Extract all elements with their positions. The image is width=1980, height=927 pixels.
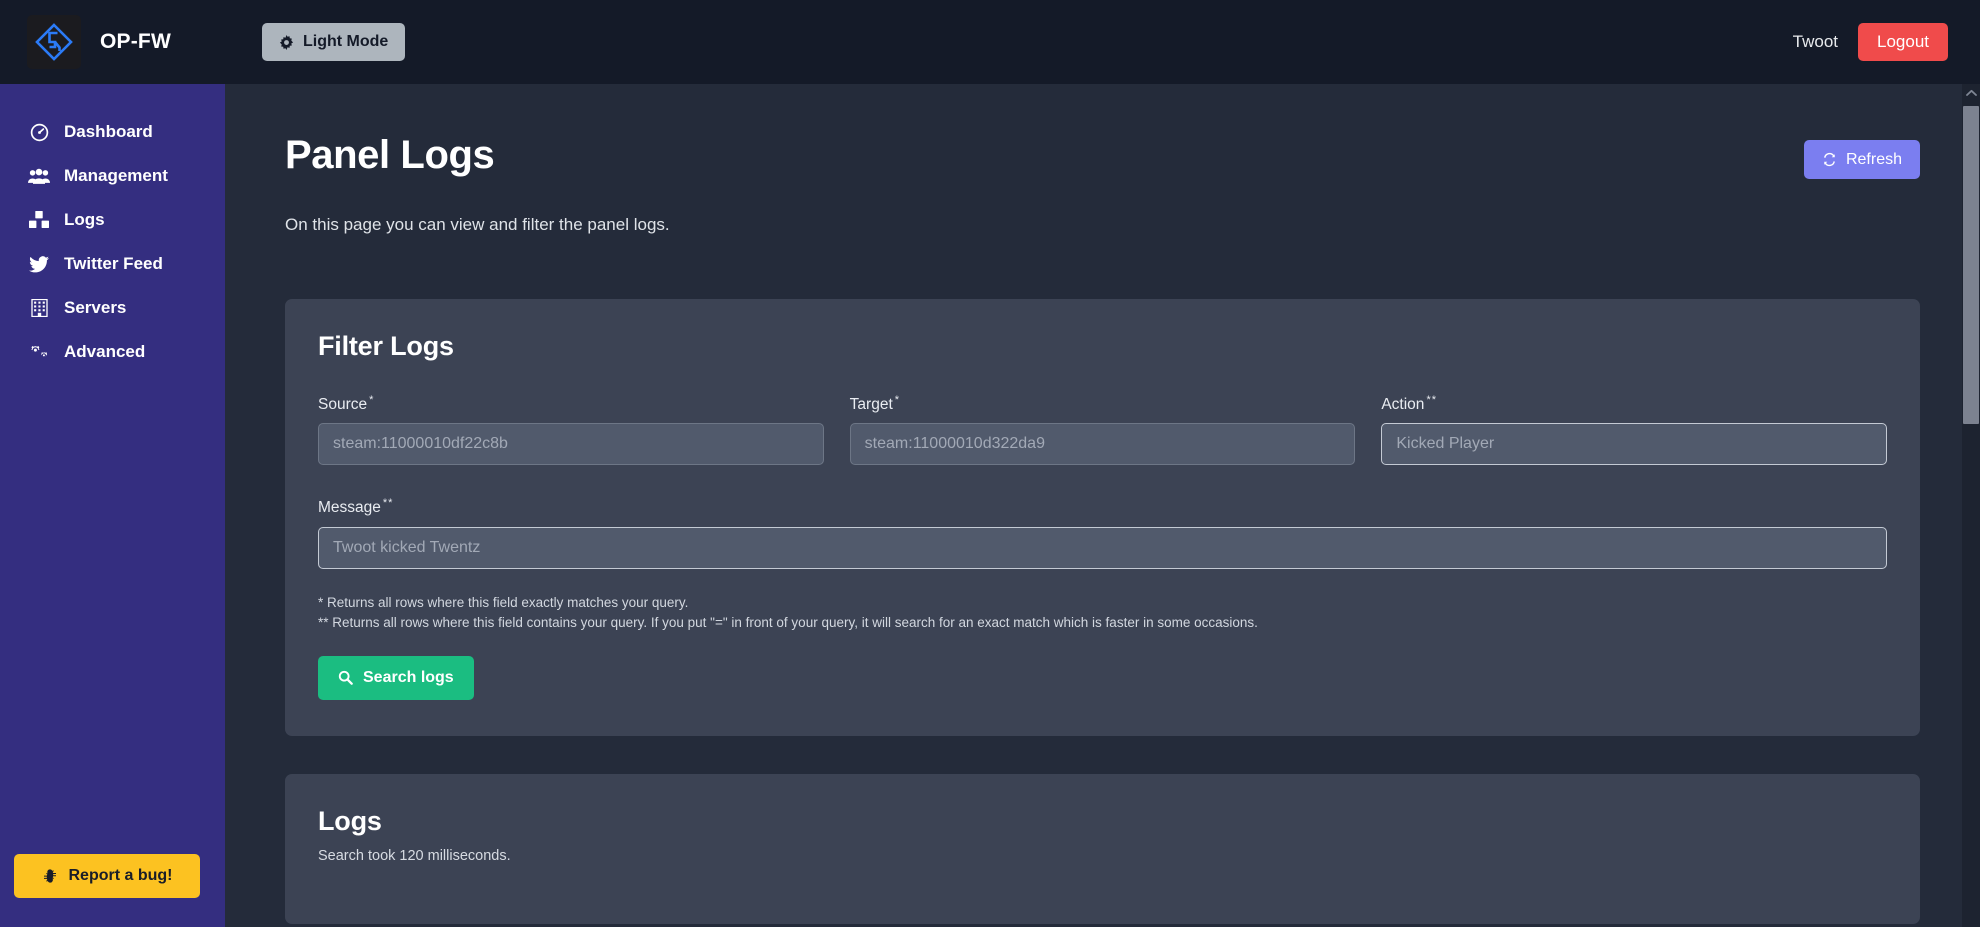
- filter-logs-title: Filter Logs: [318, 331, 454, 362]
- message-field-group: Message **: [318, 497, 1887, 569]
- logout-button[interactable]: Logout: [1858, 22, 1948, 62]
- search-logs-label: Search logs: [363, 669, 454, 687]
- sidebar-item-label: Logs: [64, 210, 105, 229]
- users-icon: [28, 168, 50, 185]
- target-field-group: Target *: [849, 394, 1356, 466]
- page-title: Panel Logs: [285, 133, 495, 177]
- action-label: Action **: [1381, 394, 1887, 414]
- gear-icon: [279, 34, 294, 50]
- message-label: Message **: [318, 497, 1887, 517]
- logs-search-time: Search took 120 milliseconds.: [318, 847, 511, 864]
- refresh-sync-icon: [1822, 152, 1837, 167]
- sidebar-item-twitter-feed[interactable]: Twitter Feed: [0, 242, 225, 286]
- message-label-marker: **: [382, 497, 394, 510]
- current-user-name: Twoot: [1792, 31, 1838, 51]
- building-grid-icon: [28, 299, 50, 317]
- hint-single-asterisk: * Returns all rows where this field exac…: [318, 594, 689, 610]
- filter-row-1: Source* Target* Action**: [318, 394, 1888, 466]
- magnifier-icon: [338, 670, 353, 686]
- boxes-icon: [28, 211, 50, 229]
- sidebar-item-label: Management: [64, 166, 168, 185]
- target-label: Target *: [850, 394, 1356, 414]
- brand-name: OP-FW: [100, 30, 171, 53]
- filter-row-2: Message **: [318, 497, 1887, 569]
- refresh-button[interactable]: Refresh: [1803, 140, 1920, 180]
- message-input[interactable]: [318, 526, 1887, 569]
- sidebar-item-label: Twitter Feed: [64, 254, 163, 273]
- main-content: Panel Logs Refresh On this page you can …: [225, 84, 1980, 927]
- action-label-marker: **: [1426, 394, 1437, 407]
- page-scrollbar[interactable]: [1962, 84, 1980, 927]
- page-header: Panel Logs Refresh: [285, 132, 1920, 180]
- logs-results-card: Logs Search took 120 milliseconds.: [285, 773, 1920, 924]
- target-label-text: Target: [849, 396, 893, 414]
- source-label-marker: *: [369, 394, 375, 407]
- refresh-label: Refresh: [1845, 151, 1902, 168]
- action-field-group: Action **: [1381, 394, 1888, 466]
- brand-area[interactable]: OP-FW: [0, 0, 225, 84]
- topbar-right-group: Twoot Logout: [1792, 22, 1980, 62]
- target-input[interactable]: [849, 423, 1356, 466]
- gauge-icon: [28, 123, 50, 142]
- sidebar-item-dashboard[interactable]: Dashboard: [0, 110, 225, 154]
- main-inner: Panel Logs Refresh On this page you can …: [225, 84, 1980, 924]
- cogs-icon: [28, 343, 50, 362]
- search-logs-button[interactable]: Search logs: [318, 656, 474, 700]
- report-a-bug-button[interactable]: Report a bug!: [14, 854, 200, 898]
- hint-double-asterisk: ** Returns all rows where this field con…: [318, 615, 1258, 631]
- sidebar-item-advanced[interactable]: Advanced: [0, 330, 225, 374]
- source-label-text: Source: [318, 396, 368, 414]
- light-mode-toggle[interactable]: Light Mode: [262, 23, 406, 61]
- topbar-left-group: Light Mode: [225, 23, 406, 61]
- top-bar: OP-FW Light Mode Twoot Logout: [0, 0, 1980, 84]
- opfw-diamond-logo-icon: [27, 15, 81, 69]
- action-input[interactable]: [1381, 423, 1888, 466]
- report-a-bug-label: Report a bug!: [68, 867, 173, 884]
- target-label-marker: *: [894, 394, 901, 407]
- sidebar-item-logs[interactable]: Logs: [0, 198, 225, 242]
- logs-title: Logs: [318, 805, 382, 836]
- filter-logs-card: Filter Logs Source* Target*: [285, 299, 1920, 736]
- sidebar-item-label: Servers: [64, 298, 127, 317]
- message-label-text: Message: [318, 499, 381, 517]
- chevron-up-icon: [1965, 89, 1977, 97]
- sidebar: Dashboard Management Logs Twitter Feed S…: [0, 84, 225, 927]
- bug-icon: [42, 868, 58, 884]
- sidebar-item-servers[interactable]: Servers: [0, 286, 225, 330]
- scroll-thumb[interactable]: [1963, 106, 1979, 424]
- scroll-up-button[interactable]: [1962, 84, 1980, 102]
- sidebar-item-label: Advanced: [64, 342, 146, 361]
- filter-hints: * Returns all rows where this field exac…: [318, 593, 1887, 635]
- light-mode-label: Light Mode: [303, 33, 389, 51]
- body-wrapper: Dashboard Management Logs Twitter Feed S…: [0, 84, 1980, 927]
- source-input[interactable]: [318, 423, 824, 466]
- page-subtitle: On this page you can view and filter the…: [285, 215, 670, 235]
- sidebar-item-management[interactable]: Management: [0, 154, 225, 198]
- source-field-group: Source *: [318, 394, 824, 466]
- source-label: Source *: [318, 394, 824, 414]
- twitter-bird-icon: [28, 255, 50, 273]
- sidebar-item-label: Dashboard: [64, 122, 153, 141]
- action-label-text: Action: [1381, 396, 1425, 414]
